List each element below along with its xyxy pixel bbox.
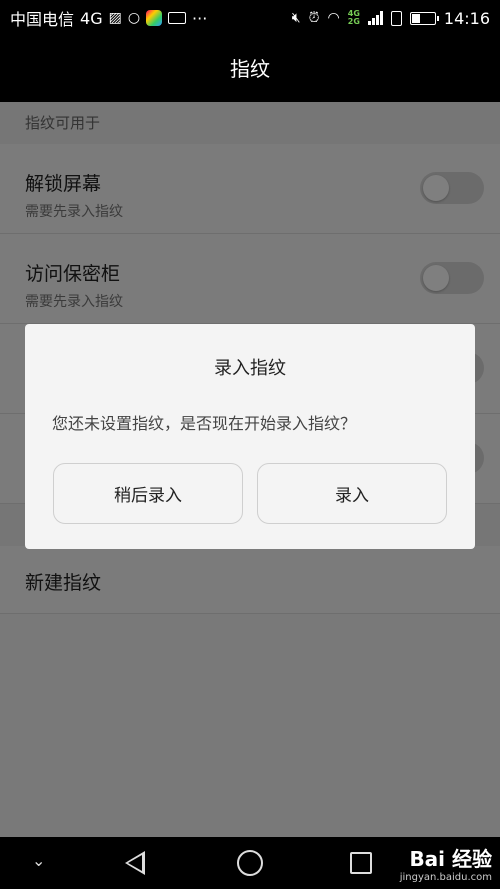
watermark-brand: Bai 经验 <box>409 847 492 871</box>
image-icon: ▨ <box>108 10 122 26</box>
watermark: Bai 经验 jingyan.baidu.com <box>400 843 492 883</box>
wifi-icon: ◠ <box>327 10 340 26</box>
carrier-label: 中国电信 <box>10 10 75 29</box>
battery-icon <box>409 11 439 25</box>
watermark-url: jingyan.baidu.com <box>399 872 492 883</box>
signal-icon <box>367 11 383 25</box>
enroll-fingerprint-dialog: 录入指纹 您还未设置指纹，是否现在开始录入指纹？ 稍后录入 录入 <box>25 324 475 549</box>
more-notifications-icon: ··· <box>192 8 208 28</box>
enroll-button[interactable]: 录入 <box>257 463 447 524</box>
game-app-icon <box>146 10 163 26</box>
navigation-bar: ⌄ Bai 经验 jingyan.baidu.com <box>0 837 500 889</box>
home-icon[interactable] <box>237 850 263 876</box>
status-bar: 中国电信 4G ▨ ○ ··· 🔇︎ ⏰︎ ◠ 4G 2G 14:16 <box>0 0 500 36</box>
keyboard-icon <box>168 12 187 24</box>
back-icon[interactable] <box>125 851 145 875</box>
network-type-label: 4G <box>80 8 103 28</box>
alarm-icon: ⏰︎ <box>308 10 320 26</box>
chevron-down-icon[interactable]: ⌄ <box>32 851 45 870</box>
page-title: 指纹 <box>0 36 500 102</box>
sim-icon <box>390 10 402 26</box>
dialog-message: 您还未设置指纹，是否现在开始录入指纹？ <box>52 414 357 433</box>
dialog-title: 录入指纹 <box>214 358 286 379</box>
mute-icon: 🔇︎ <box>291 10 301 26</box>
circle-icon: ○ <box>127 10 141 26</box>
enroll-later-button[interactable]: 稍后录入 <box>53 463 243 524</box>
recent-apps-icon[interactable] <box>350 852 372 874</box>
mobile-data-icon: 4G 2G <box>347 9 360 26</box>
clock-label: 14:16 <box>443 8 490 28</box>
